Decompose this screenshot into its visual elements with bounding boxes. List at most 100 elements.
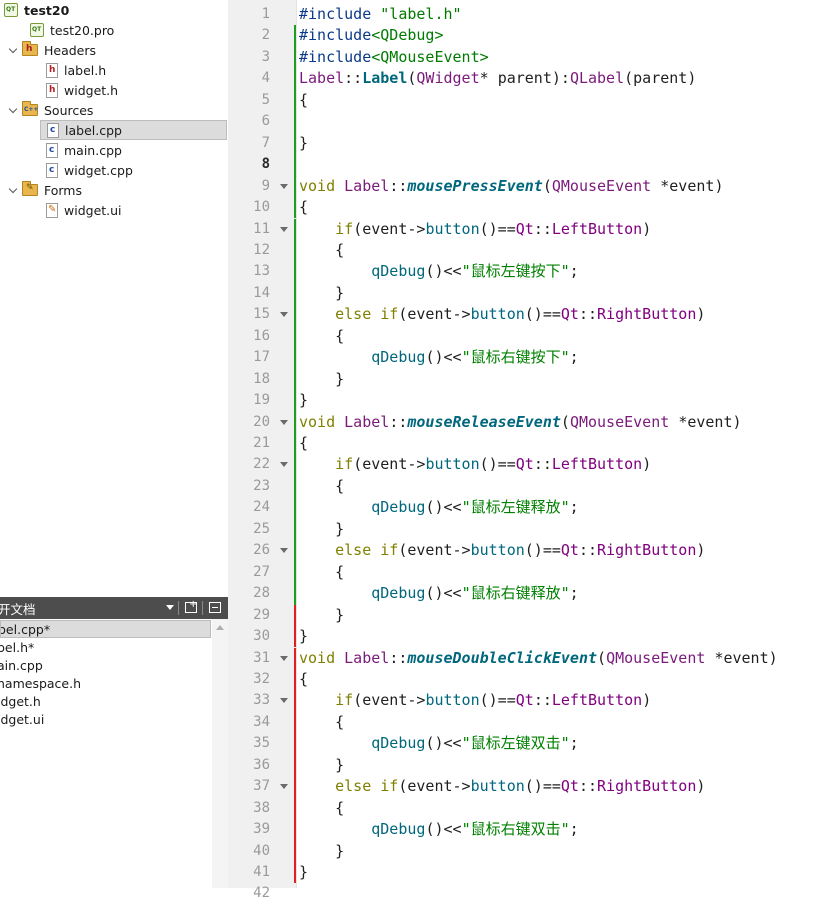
- line-number: 16: [253, 327, 270, 344]
- fold-arrow-icon[interactable]: [280, 698, 288, 704]
- tree-item-widget-cpp[interactable]: widget.cpp: [46, 160, 133, 180]
- tree-item-widget-ui[interactable]: widget.ui: [46, 200, 122, 220]
- file-label: label.h: [64, 62, 107, 78]
- code-line: }: [299, 627, 309, 646]
- line-number: 1: [261, 6, 270, 22]
- line-number: 36: [253, 756, 270, 773]
- file-label: widget.h: [64, 82, 119, 98]
- line-number: 8: [261, 156, 270, 173]
- line-number: 26: [253, 542, 270, 559]
- file-label: widget.cpp: [64, 162, 133, 178]
- forms-folder-label: Forms: [44, 182, 83, 198]
- file-label: widget.ui: [64, 202, 122, 218]
- code-line: }: [299, 519, 345, 538]
- code-text-area[interactable]: #include "label.h" #include<QDebug> #inclu…: [296, 0, 816, 888]
- scroll-up-arrow-icon[interactable]: [216, 625, 224, 630]
- code-line: qDebug()<<"鼠标右键按下";: [371, 348, 579, 367]
- fold-arrow-icon[interactable]: [280, 784, 288, 790]
- ui-file-icon: [46, 202, 58, 218]
- line-number: 10: [253, 199, 270, 216]
- fold-arrow-icon[interactable]: [280, 462, 288, 468]
- line-number: 21: [253, 435, 270, 451]
- sources-folder-icon: [22, 101, 38, 116]
- open-document-item[interactable]: bel.h*: [0, 638, 228, 656]
- code-line: void Label::mouseReleaseEvent(QMouseEven…: [299, 412, 742, 431]
- code-line: }: [299, 133, 309, 152]
- qt-pro-file-icon: [30, 23, 44, 37]
- line-number: 5: [261, 91, 270, 108]
- line-number: 41: [253, 864, 270, 880]
- line-number: 31: [253, 649, 270, 666]
- code-line: {: [299, 326, 345, 345]
- code-line: }: [299, 841, 345, 860]
- line-number: 28: [253, 585, 270, 602]
- code-line: void Label::mousePressEvent(QMouseEvent …: [299, 176, 724, 195]
- code-line: {: [299, 712, 345, 731]
- open-document-item[interactable]: idget.ui: [0, 710, 228, 728]
- project-tree-panel: test20 test20.pro Headers label.h widget…: [0, 0, 229, 597]
- open-document-item[interactable]: ain.cpp: [0, 656, 228, 674]
- cpp-file-icon: [46, 142, 58, 158]
- line-number: 4: [261, 70, 270, 87]
- tree-folder-forms[interactable]: Forms: [8, 180, 82, 200]
- header-divider: [178, 601, 179, 615]
- tree-item-label-h[interactable]: label.h: [46, 60, 106, 80]
- line-number: 42: [253, 885, 270, 902]
- line-number: 24: [253, 499, 270, 516]
- dropdown-caret-icon[interactable]: [166, 605, 174, 610]
- code-line: }: [299, 755, 345, 774]
- line-number: 9: [261, 177, 270, 194]
- line-number-gutter: 1 2 3 4 5 6 7 8 9 10 11 12 13 14 15 16 17 18 19 20 21 22 23 24 2…: [228, 0, 297, 901]
- chevron-down-icon[interactable]: [8, 185, 18, 195]
- tree-item-widget-h[interactable]: widget.h: [46, 80, 118, 100]
- tree-item-label-cpp[interactable]: label.cpp: [40, 120, 227, 140]
- file-label: label.cpp: [65, 122, 122, 138]
- code-line: }: [299, 369, 345, 388]
- sources-folder-label: Sources: [44, 102, 94, 118]
- open-document-item[interactable]: bel.cpp*: [0, 620, 211, 638]
- fold-arrow-icon[interactable]: [280, 419, 288, 425]
- open-document-item[interactable]: idget.h: [0, 692, 228, 710]
- chevron-down-icon[interactable]: [8, 105, 18, 115]
- code-line: }: [299, 391, 309, 410]
- project-name-label: test20: [24, 2, 70, 18]
- line-number: 14: [253, 284, 270, 301]
- fold-arrow-icon[interactable]: [280, 312, 288, 318]
- line-number: 25: [253, 520, 270, 537]
- tree-folder-sources[interactable]: Sources: [8, 100, 93, 120]
- file-label: main.cpp: [64, 142, 122, 158]
- line-number: 40: [253, 842, 270, 859]
- split-view-icon[interactable]: [185, 599, 197, 613]
- tree-folder-headers[interactable]: Headers: [8, 40, 96, 60]
- tree-item-main-cpp[interactable]: main.cpp: [46, 140, 122, 160]
- line-number: 6: [261, 113, 270, 130]
- fold-arrow-icon[interactable]: [280, 548, 288, 554]
- open-documents-list: bel.cpp* bel.h* ain.cpp namespace.h idge…: [0, 619, 228, 888]
- line-number: 2: [261, 27, 270, 44]
- fold-arrow-icon[interactable]: [280, 655, 288, 661]
- fold-arrow-icon[interactable]: [280, 226, 288, 232]
- code-line: if(event->button()==Qt::LeftButton): [335, 691, 652, 710]
- code-line: {: [299, 90, 309, 109]
- cpp-file-icon: [47, 122, 59, 138]
- line-number: 17: [253, 349, 270, 366]
- code-line: qDebug()<<"鼠标右键释放";: [371, 584, 579, 603]
- forms-folder-icon: [22, 181, 38, 196]
- line-number: 33: [253, 692, 270, 709]
- code-line: qDebug()<<"鼠标左键释放";: [371, 498, 579, 517]
- line-number: 29: [253, 606, 270, 623]
- tree-item-pro-file[interactable]: test20.pro: [30, 20, 114, 40]
- code-line: qDebug()<<"鼠标右键双击";: [371, 820, 579, 839]
- line-number: 38: [253, 799, 270, 816]
- close-panel-icon[interactable]: [209, 602, 221, 613]
- line-number: 7: [261, 134, 270, 151]
- vertical-scrollbar[interactable]: [212, 619, 228, 888]
- code-line: Label::Label(QWidget* parent):QLabel(par…: [299, 69, 697, 88]
- code-line: else if(event->button()==Qt::RightButton…: [335, 305, 706, 324]
- fold-arrow-icon[interactable]: [280, 183, 288, 189]
- tree-item-project[interactable]: test20: [4, 0, 69, 20]
- open-document-item[interactable]: namespace.h: [0, 674, 228, 692]
- code-editor[interactable]: 1 2 3 4 5 6 7 8 9 10 11 12 13 14 15 16 17 18 19 20 21 22 23 24 2…: [228, 0, 816, 901]
- chevron-down-icon[interactable]: [8, 45, 18, 55]
- code-line: {: [299, 198, 309, 217]
